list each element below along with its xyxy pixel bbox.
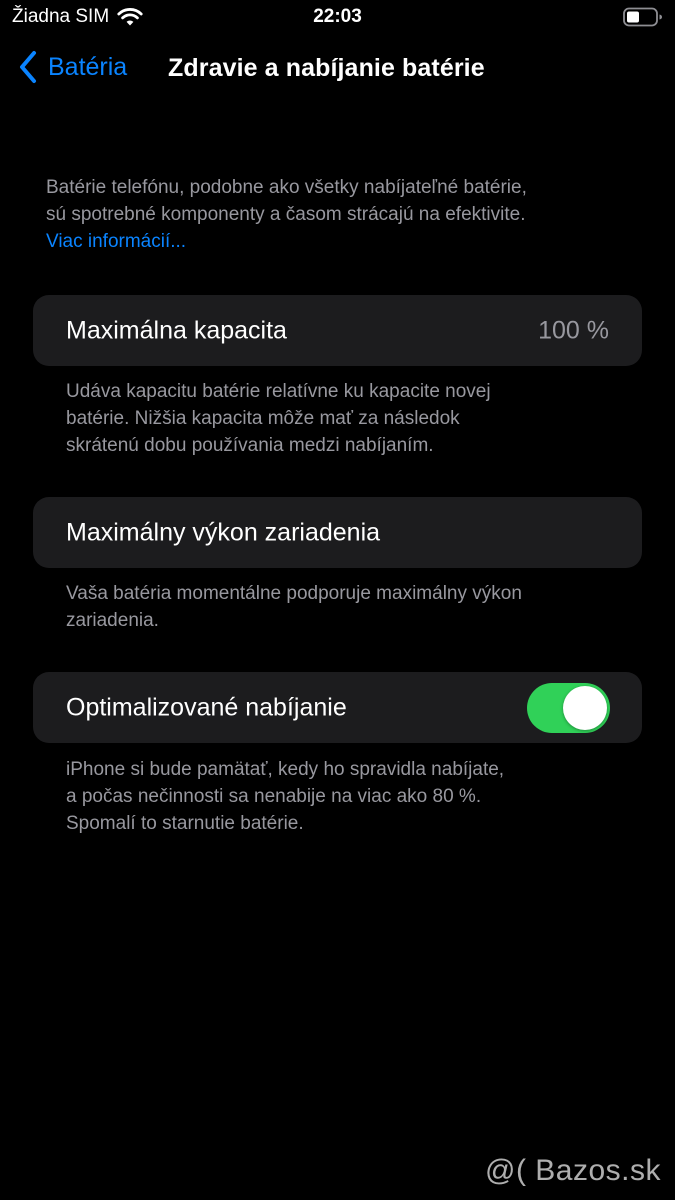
- toggle-knob: [563, 685, 607, 730]
- page-title: Zdravie a nabíjanie batérie: [168, 54, 485, 82]
- footer-line: batérie. Nižšia kapacita môže mať za nás…: [66, 408, 460, 429]
- footer-line: Spomalí to starnutie batérie.: [66, 813, 304, 834]
- navigation-bar: Batéria Zdravie a nabíjanie batérie: [0, 46, 675, 94]
- peak-performance-footer: Vaša batéria momentálne podporuje maximá…: [66, 580, 626, 634]
- chevron-left-icon: [20, 51, 36, 83]
- intro-text: Batérie telefónu, podobne ako všetky nab…: [46, 174, 636, 255]
- optimized-charging-footer: iPhone si bude pamätať, kedy ho spravidl…: [66, 756, 626, 837]
- footer-line: Udáva kapacitu batérie relatívne ku kapa…: [66, 381, 491, 402]
- footer-line: iPhone si bude pamätať, kedy ho spravidl…: [66, 759, 505, 780]
- optimized-charging-label: Optimalizované nabíjanie: [66, 693, 347, 721]
- max-capacity-row: Maximálna kapacita 100 %: [33, 295, 642, 366]
- intro-line: Batérie telefónu, podobne ako všetky nab…: [46, 177, 527, 198]
- max-capacity-footer: Udáva kapacitu batérie relatívne ku kapa…: [66, 378, 626, 459]
- back-button[interactable]: Batéria: [18, 50, 127, 84]
- intro-line: sú spotrebné komponenty a časom strácajú…: [46, 204, 526, 225]
- battery-icon: [623, 7, 662, 27]
- footer-line: skrátenú dobu používania medzi nabíjaním…: [66, 435, 434, 456]
- max-capacity-value: 100 %: [538, 316, 609, 344]
- optimized-charging-row: Optimalizované nabíjanie: [33, 672, 642, 743]
- footer-line: a počas nečinnosti sa nenabije na viac a…: [66, 786, 482, 807]
- footer-line: Vaša batéria momentálne podporuje maximá…: [66, 583, 522, 604]
- peak-performance-row: Maximálny výkon zariadenia: [33, 497, 642, 568]
- watermark: @( Bazos.sk: [485, 1154, 661, 1187]
- status-time: 22:03: [313, 6, 362, 27]
- status-bar: Žiadna SIM 22:03: [0, 0, 675, 36]
- footer-line: zariadenia.: [66, 610, 159, 631]
- peak-performance-label: Maximálny výkon zariadenia: [66, 518, 381, 546]
- more-info-link[interactable]: Viac informácií...: [46, 228, 636, 255]
- max-capacity-label: Maximálna kapacita: [66, 316, 287, 344]
- optimized-charging-toggle[interactable]: [527, 682, 610, 733]
- back-button-label: Batéria: [48, 52, 128, 81]
